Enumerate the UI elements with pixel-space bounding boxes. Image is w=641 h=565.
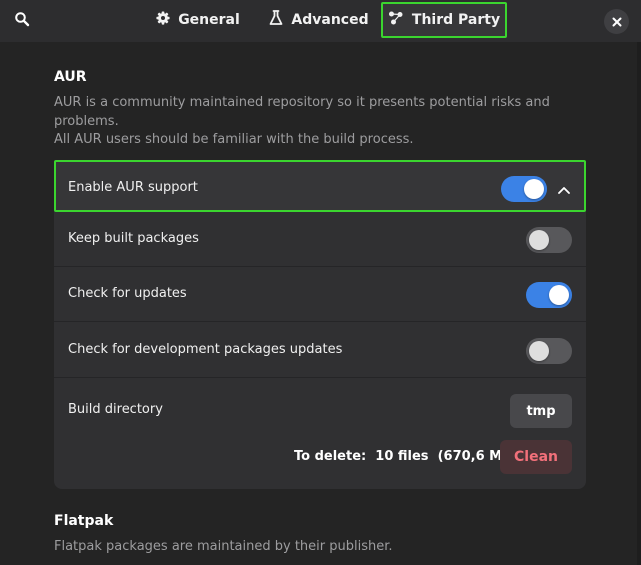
aur-section-title: AUR: [54, 69, 87, 85]
switch-knob: [529, 341, 549, 361]
clean-button[interactable]: Clean: [500, 440, 572, 474]
switch-knob: [524, 179, 544, 199]
tab-advanced[interactable]: Advanced: [268, 2, 370, 38]
check-dev-updates-switch[interactable]: [526, 338, 572, 364]
enable-aur-switch[interactable]: [501, 176, 547, 202]
search-button[interactable]: [8, 8, 36, 34]
enable-aur-row[interactable]: Enable AUR support: [54, 160, 586, 212]
keep-built-packages-row: Keep built packages: [54, 212, 586, 267]
check-updates-row: Check for updates: [54, 267, 586, 322]
close-button[interactable]: [604, 9, 629, 34]
build-directory-row: Build directory tmp To delete: 10 files …: [54, 378, 586, 489]
tab-general[interactable]: General: [152, 2, 244, 38]
gear-icon: [156, 11, 170, 29]
tab-third-party-label: Third Party: [411, 12, 501, 28]
flask-icon: [269, 10, 283, 30]
check-updates-switch[interactable]: [526, 282, 572, 308]
check-dev-updates-row: Check for development packages updates: [54, 322, 586, 378]
switch-knob: [529, 230, 549, 250]
switch-knob: [549, 285, 569, 305]
tab-general-label: General: [178, 12, 240, 28]
flatpak-section-description: Flatpak packages are maintained by their…: [54, 539, 393, 554]
check-updates-label: Check for updates: [68, 286, 187, 301]
scrollbar-track[interactable]: [637, 42, 641, 565]
check-dev-updates-label: Check for development packages updates: [68, 342, 343, 357]
aur-description-line: AUR is a community maintained repository…: [54, 95, 550, 110]
search-icon: [14, 11, 30, 31]
delete-summary: To delete: 10 files (670,6 MB): [294, 449, 518, 464]
aur-section-description: AUR is a community maintained repository…: [54, 94, 574, 150]
tab-advanced-label: Advanced: [291, 12, 369, 28]
close-icon: [612, 12, 622, 31]
aur-description-line: All AUR users should be familiar with th…: [54, 132, 414, 147]
enable-aur-label: Enable AUR support: [68, 180, 198, 195]
keep-built-packages-switch[interactable]: [526, 227, 572, 253]
build-directory-button[interactable]: tmp: [510, 394, 572, 428]
tab-third-party[interactable]: Third Party: [381, 2, 507, 38]
expander-toggle[interactable]: [555, 179, 573, 197]
header-bar: General Advanced Third Party: [0, 0, 641, 42]
nodes-icon: [388, 11, 404, 29]
build-directory-label: Build directory: [68, 402, 163, 417]
aur-description-line: problems.: [54, 113, 119, 129]
chevron-up-icon: [558, 179, 570, 198]
keep-built-packages-label: Keep built packages: [68, 231, 199, 246]
flatpak-section-title: Flatpak: [54, 513, 114, 529]
